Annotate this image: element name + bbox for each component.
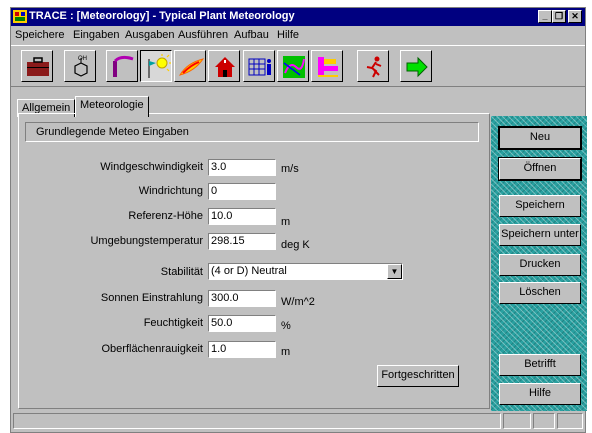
tool-chemical-button[interactable]: OH xyxy=(64,50,96,82)
solarradiation-field[interactable]: 300.0 xyxy=(208,290,276,307)
referenceheight-field[interactable]: 10.0 xyxy=(208,208,276,225)
solarradiation-label: Sonnen Einstrahlung xyxy=(100,292,203,304)
ambienttemp-unit: deg K xyxy=(281,239,310,251)
menu-bar: Speichere Eingaben Ausgaben Ausführen Au… xyxy=(11,27,585,44)
status-cell-1 xyxy=(503,413,531,429)
close-button[interactable]: ✕ xyxy=(568,10,582,23)
chevron-down-icon[interactable]: ▼ xyxy=(387,264,402,279)
blocks-icon xyxy=(318,57,338,77)
restore-icon: ❐ xyxy=(554,11,564,21)
main-window: TRACE : [Meteorology] - Typical Plant Me… xyxy=(10,7,587,433)
close-icon: ✕ xyxy=(571,11,579,21)
status-cell-2 xyxy=(533,413,555,429)
action-sidebar: Neu Öffnen Speichern Speichern unter Dru… xyxy=(491,116,587,411)
tool-map-button[interactable] xyxy=(277,50,309,82)
open-button[interactable]: Öffnen xyxy=(498,157,582,181)
menu-ausgaben[interactable]: Ausgaben xyxy=(125,29,175,41)
minimize-icon: _ xyxy=(542,11,548,21)
windspeed-label: Windgeschwindigkeit xyxy=(100,161,203,173)
tool-building-button[interactable] xyxy=(208,50,240,82)
trace-app-icon[interactable] xyxy=(13,10,27,23)
running-person-icon xyxy=(366,56,382,78)
windspeed-unit: m/s xyxy=(281,163,299,175)
menu-ausfuehren[interactable]: Ausführen xyxy=(178,29,228,41)
plume-icon xyxy=(178,58,205,76)
weather-sun-icon xyxy=(148,54,171,78)
tool-grid-button[interactable] xyxy=(243,50,275,82)
chemical-icon: OH xyxy=(74,56,88,77)
stability-label: Stabilität xyxy=(160,266,203,278)
windspeed-field[interactable]: 3.0 xyxy=(208,159,276,176)
tool-next-button[interactable] xyxy=(400,50,432,82)
minimize-button[interactable]: _ xyxy=(538,10,552,23)
humidity-unit: % xyxy=(281,320,291,332)
winddirection-label: Windrichtung xyxy=(138,185,203,197)
status-cell-3 xyxy=(557,413,583,429)
menu-hilfe[interactable]: Hilfe xyxy=(277,29,299,41)
tool-run-button[interactable] xyxy=(357,50,389,82)
stability-value: (4 or D) Neutral xyxy=(211,265,287,277)
status-bar xyxy=(11,409,585,433)
restore-button[interactable]: ❐ xyxy=(552,10,566,23)
delete-button[interactable]: Löschen xyxy=(499,282,581,304)
tool-plume-button[interactable] xyxy=(174,50,206,82)
menu-eingaben[interactable]: Eingaben xyxy=(73,29,120,41)
briefcase-icon xyxy=(27,57,49,76)
grid-person-icon xyxy=(248,58,271,76)
print-button[interactable]: Drucken xyxy=(499,254,581,276)
tool-meteorology-button[interactable] xyxy=(140,50,172,82)
humidity-field[interactable]: 50.0 xyxy=(208,315,276,332)
status-cell-main xyxy=(13,413,501,429)
tool-release-button[interactable] xyxy=(106,50,138,82)
humidity-label: Feuchtigkeit xyxy=(143,317,203,329)
arrow-right-icon xyxy=(406,56,428,78)
tool-project-button[interactable] xyxy=(21,50,53,82)
map-icon xyxy=(283,56,305,78)
save-button[interactable]: Speichern xyxy=(499,195,581,217)
tool-blocks-button[interactable] xyxy=(311,50,343,82)
referenceheight-unit: m xyxy=(281,216,291,228)
tab-meteorologie[interactable]: Meteorologie xyxy=(75,96,149,117)
roughness-unit: m xyxy=(281,346,291,358)
winddirection-field[interactable]: 0 xyxy=(208,183,276,200)
menu-aufbau[interactable]: Aufbau xyxy=(234,29,269,41)
help-button[interactable]: Hilfe xyxy=(499,383,581,405)
window-title: TRACE : [Meteorology] - Typical Plant Me… xyxy=(29,10,295,22)
menu-speichere[interactable]: Speichere xyxy=(15,29,65,41)
stack-plume-icon xyxy=(113,55,134,77)
referenceheight-label: Referenz-Höhe xyxy=(128,210,203,222)
group-header: Grundlegende Meteo Eingaben xyxy=(25,122,479,142)
roughness-label: Oberflächenrauigkeit xyxy=(101,343,203,355)
advanced-button[interactable]: Fortgeschritten xyxy=(377,365,459,387)
about-button[interactable]: Betrifft xyxy=(499,354,581,376)
save-as-button[interactable]: Speichern unter xyxy=(499,224,581,246)
svg-text:OH: OH xyxy=(78,56,87,62)
ambienttemp-label: Umgebungstemperatur xyxy=(90,235,203,247)
stability-select[interactable]: (4 or D) Neutral ▼ xyxy=(208,263,403,280)
new-button[interactable]: Neu xyxy=(498,126,582,150)
toolbar: OH xyxy=(11,45,585,87)
title-bar[interactable]: TRACE : [Meteorology] - Typical Plant Me… xyxy=(11,8,585,26)
ambienttemp-field[interactable]: 298.15 xyxy=(208,233,276,250)
roughness-field[interactable]: 1.0 xyxy=(208,341,276,358)
solarradiation-unit: W/m^2 xyxy=(281,296,315,308)
building-icon xyxy=(215,57,235,77)
